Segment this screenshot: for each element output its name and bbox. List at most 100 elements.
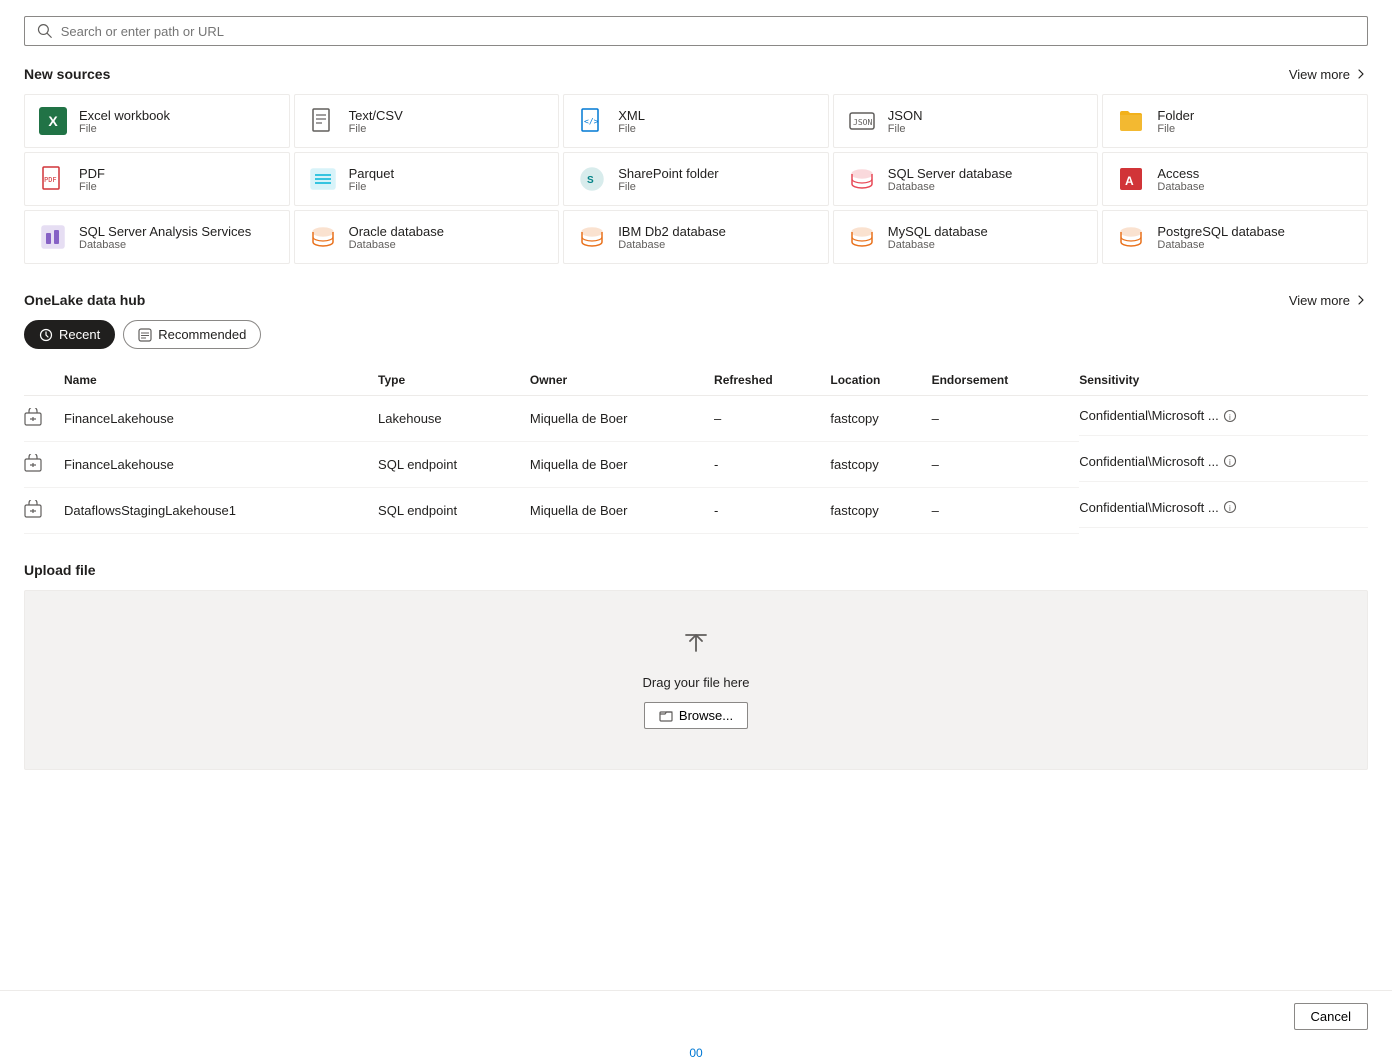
source-json[interactable]: JSON JSON File <box>833 94 1099 148</box>
row-type: Lakehouse <box>378 396 530 442</box>
mysql-icon <box>846 221 878 253</box>
data-table: Name Type Owner Refreshed Location Endor… <box>24 365 1368 534</box>
upload-title: Upload file <box>24 562 96 578</box>
row-sensitivity: Confidential\Microsoft ... i <box>1079 488 1368 528</box>
tab-recommended[interactable]: Recommended <box>123 320 261 349</box>
th-refreshed: Refreshed <box>714 365 830 396</box>
row-location: fastcopy <box>830 442 931 488</box>
ssas-icon <box>37 221 69 253</box>
sources-grid: X Excel workbook File Text/CSV File <box>24 94 1368 264</box>
parquet-icon <box>307 163 339 195</box>
upload-section: Upload file Drag your file here Browse..… <box>24 562 1368 770</box>
source-folder[interactable]: Folder File <box>1102 94 1368 148</box>
onelake-arrow-icon <box>1354 293 1368 307</box>
th-location: Location <box>830 365 931 396</box>
search-bar[interactable] <box>24 16 1368 46</box>
svg-text:</>: </> <box>584 117 599 126</box>
new-sources-view-more[interactable]: View more <box>1289 67 1368 82</box>
oracle-icon <box>307 221 339 253</box>
excel-icon: X <box>37 105 69 137</box>
source-pdf[interactable]: PDF PDF File <box>24 152 290 206</box>
info-icon: i <box>1223 454 1237 468</box>
onelake-header: OneLake data hub View more <box>24 292 1368 308</box>
recommended-icon <box>138 328 152 342</box>
row-endorsement: – <box>932 396 1080 442</box>
row-type: SQL endpoint <box>378 442 530 488</box>
row-location: fastcopy <box>830 488 931 534</box>
lakehouse-icon <box>24 408 42 426</box>
svg-text:i: i <box>1229 504 1231 513</box>
tab-group: Recent Recommended <box>24 320 1368 349</box>
th-type: Type <box>378 365 530 396</box>
postgresql-icon <box>1115 221 1147 253</box>
source-parquet[interactable]: Parquet File <box>294 152 560 206</box>
upload-header: Upload file <box>24 562 1368 578</box>
ibmdb2-icon <box>576 221 608 253</box>
source-xml[interactable]: </> XML File <box>563 94 829 148</box>
source-sqlserver[interactable]: SQL Server database Database <box>833 152 1099 206</box>
th-name: Name <box>64 365 378 396</box>
textcsv-icon <box>307 105 339 137</box>
table-row[interactable]: FinanceLakehouse SQL endpoint Miquella d… <box>24 442 1368 488</box>
upload-arrow-icon <box>680 631 712 663</box>
row-refreshed: – <box>714 396 830 442</box>
svg-text:S: S <box>587 175 594 186</box>
row-type: SQL endpoint <box>378 488 530 534</box>
svg-text:A: A <box>1125 174 1134 188</box>
access-icon: A <box>1115 163 1147 195</box>
table-row[interactable]: FinanceLakehouse Lakehouse Miquella de B… <box>24 396 1368 442</box>
browse-label: Browse... <box>679 708 733 723</box>
search-input[interactable] <box>61 24 1355 39</box>
cancel-button[interactable]: Cancel <box>1294 1003 1368 1030</box>
svg-text:JSON: JSON <box>853 118 872 127</box>
source-ibmdb2[interactable]: IBM Db2 database Database <box>563 210 829 264</box>
row-owner: Miquella de Boer <box>530 442 714 488</box>
row-endorsement: – <box>932 488 1080 534</box>
row-refreshed: - <box>714 488 830 534</box>
svg-text:i: i <box>1229 413 1231 422</box>
svg-text:PDF: PDF <box>44 176 57 184</box>
row-name: FinanceLakehouse <box>64 442 378 488</box>
source-oracle[interactable]: Oracle database Database <box>294 210 560 264</box>
new-sources-title: New sources <box>24 66 110 82</box>
onelake-section: OneLake data hub View more Recent <box>24 292 1368 534</box>
browse-button[interactable]: Browse... <box>644 702 748 729</box>
onelake-view-more[interactable]: View more <box>1289 293 1368 308</box>
upload-dropzone[interactable]: Drag your file here Browse... <box>24 590 1368 770</box>
source-sharepoint[interactable]: S SharePoint folder File <box>563 152 829 206</box>
source-excel[interactable]: X Excel workbook File <box>24 94 290 148</box>
row-name: DataflowsStagingLakehouse1 <box>64 488 378 534</box>
th-sensitivity: Sensitivity <box>1079 365 1368 396</box>
source-mysql[interactable]: MySQL database Database <box>833 210 1099 264</box>
row-refreshed: - <box>714 442 830 488</box>
th-endorsement: Endorsement <box>932 365 1080 396</box>
row-sensitivity: Confidential\Microsoft ... i <box>1079 442 1368 482</box>
sharepoint-icon: S <box>576 163 608 195</box>
row-sensitivity: Confidential\Microsoft ... i <box>1079 396 1368 436</box>
source-postgresql[interactable]: PostgreSQL database Database <box>1102 210 1368 264</box>
bottom-indicator: 00 <box>0 1042 1392 1064</box>
row-icon-cell <box>24 488 64 534</box>
row-endorsement: – <box>932 442 1080 488</box>
source-ssas[interactable]: SQL Server Analysis Services Database <box>24 210 290 264</box>
folder-browse-icon <box>659 709 673 723</box>
row-icon-cell <box>24 442 64 488</box>
svg-text:i: i <box>1229 458 1231 467</box>
tab-recent[interactable]: Recent <box>24 320 115 349</box>
info-icon: i <box>1223 500 1237 514</box>
xml-icon: </> <box>576 105 608 137</box>
source-textcsv[interactable]: Text/CSV File <box>294 94 560 148</box>
table-row[interactable]: DataflowsStagingLakehouse1 SQL endpoint … <box>24 488 1368 534</box>
drag-text: Drag your file here <box>643 675 750 690</box>
onelake-title: OneLake data hub <box>24 292 145 308</box>
lakehouse-icon <box>24 500 42 518</box>
arrow-right-icon <box>1354 67 1368 81</box>
folder-icon <box>1115 105 1147 137</box>
new-sources-header: New sources View more <box>24 66 1368 82</box>
source-access[interactable]: A Access Database <box>1102 152 1368 206</box>
lakehouse-icon <box>24 454 42 472</box>
search-icon <box>37 23 53 39</box>
row-icon-cell <box>24 396 64 442</box>
footer: Cancel <box>0 990 1392 1042</box>
row-location: fastcopy <box>830 396 931 442</box>
